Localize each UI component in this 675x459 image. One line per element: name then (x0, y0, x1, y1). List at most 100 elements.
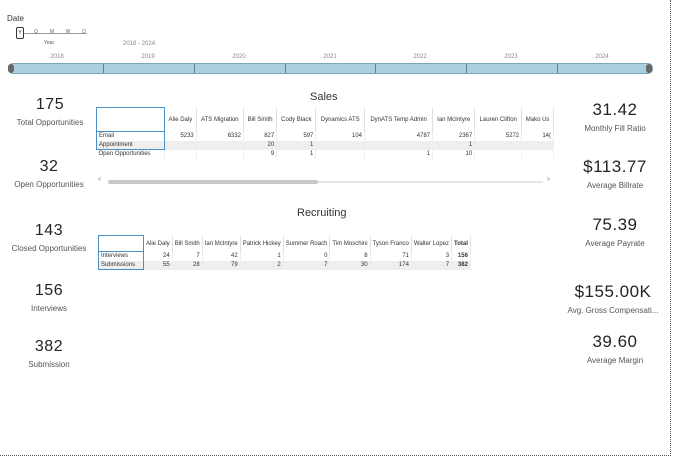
table-cell: 3 (411, 251, 453, 261)
recruiting-column-header-total[interactable]: Total (451, 235, 471, 252)
sales-column-header[interactable]: Mako Us (521, 107, 554, 132)
granularity-option-week[interactable]: W (63, 29, 73, 35)
table-cell: 1 (240, 251, 284, 261)
recruiting-title: Recruiting (297, 207, 347, 219)
table-cell: 0 (283, 251, 331, 261)
table-cell: 1 (276, 140, 317, 150)
year-label: 2021 (323, 54, 337, 60)
granularity-option-year[interactable]: Y (16, 27, 24, 39)
sales-column-header[interactable]: Bill Smith (243, 107, 278, 132)
sales-column-header[interactable]: Dynamics ATS (315, 107, 366, 132)
kpi-average-payrate: 75.39 Average Payrate (560, 215, 670, 248)
table-cell: 24 (143, 251, 173, 261)
kpi-avg-gross-compensation: $155.00K Avg. Gross Compensati... (555, 282, 671, 315)
table-cell: 8 (329, 251, 371, 261)
kpi-submission: 382 Submission (4, 338, 94, 369)
sales-column-header[interactable]: Alie Daly (164, 107, 197, 132)
timeline-divider (103, 64, 104, 73)
table-cell (196, 140, 244, 150)
table-cell (521, 140, 554, 150)
kpi-value: 31.42 (592, 100, 638, 119)
timeline-end-handle[interactable] (646, 64, 652, 73)
table-cell: 174 (370, 260, 412, 270)
kpi-value: 156 (34, 282, 64, 299)
timeline-start-handle[interactable] (8, 64, 14, 73)
granularity-option-month[interactable]: M (47, 29, 57, 35)
total-cell: 382 (451, 260, 471, 270)
timeline-range-bar[interactable] (8, 63, 653, 74)
table-cell: 1 (364, 149, 434, 159)
timeline-divider (466, 64, 467, 73)
kpi-label: Average Payrate (585, 239, 645, 248)
timeline-divider (285, 64, 286, 73)
table-cell: 9 (243, 149, 278, 159)
timeline-divider (375, 64, 376, 73)
sales-column-header[interactable]: DynATS Temp Admin (364, 107, 434, 132)
granularity-option-quarter[interactable]: Q (31, 29, 41, 35)
scroll-left-arrow[interactable]: < (98, 177, 102, 183)
timeline-divider (557, 64, 558, 73)
granularity-selector[interactable]: Y Q M W D (16, 27, 91, 39)
table-row: Open Opportunities 9 1 1 10 (96, 149, 554, 159)
kpi-value: 143 (34, 222, 64, 239)
recruiting-column-header[interactable]: Tyson Franco (370, 235, 412, 252)
row-header: Open Opportunities (96, 149, 165, 159)
year-label: 2022 (413, 54, 427, 60)
sales-column-header[interactable]: Cody Black (276, 107, 317, 132)
kpi-value: 39.60 (592, 332, 638, 351)
scrollbar-thumb[interactable] (108, 180, 318, 184)
table-cell (474, 149, 523, 159)
recruiting-column-header[interactable]: Alie Daly (143, 235, 173, 252)
kpi-average-margin: 39.60 Average Margin (560, 332, 670, 365)
sales-horizontal-scrollbar[interactable]: < > (96, 177, 551, 185)
granularity-option-day[interactable]: D (79, 29, 89, 35)
table-cell (315, 140, 366, 150)
kpi-label: Submission (28, 360, 70, 369)
recruiting-column-header[interactable]: Patrick Hickey (240, 235, 284, 252)
kpi-open-opportunities: 32 Open Opportunities (4, 158, 94, 189)
recruiting-column-header[interactable]: Bill Smith (172, 235, 203, 252)
timeline-divider (194, 64, 195, 73)
table-cell: 5272 (474, 131, 523, 141)
kpi-label: Interviews (30, 304, 67, 313)
recruiting-column-header[interactable]: Summer Roach (283, 235, 331, 252)
table-cell: 2 (240, 260, 284, 270)
table-cell: 1 (432, 140, 476, 150)
recruiting-column-header[interactable]: Walter Lopez (411, 235, 453, 252)
sales-corner-cell (96, 107, 165, 132)
kpi-interviews: 156 Interviews (4, 282, 94, 313)
table-cell: 79 (202, 260, 241, 270)
kpi-value: 75.39 (592, 215, 638, 234)
total-cell: 156 (451, 251, 471, 261)
scroll-right-arrow[interactable]: > (546, 177, 550, 183)
row-header: Interviews (98, 251, 144, 261)
kpi-label: Average Billrate (586, 181, 644, 190)
sales-column-header[interactable]: Ian McIntyre (432, 107, 476, 132)
date-range-label: 2018 - 2024 (123, 41, 156, 47)
kpi-monthly-fill-ratio: 31.42 Monthly Fill Ratio (560, 100, 670, 133)
recruiting-column-header[interactable]: Ian McIntyre (202, 235, 241, 252)
sales-column-header[interactable]: Lauren Clifton (474, 107, 523, 132)
table-cell: 5233 (164, 131, 197, 141)
kpi-value: 382 (34, 338, 64, 355)
table-row: Submissions 55 28 79 2 7 30 174 7 382 (98, 260, 471, 270)
recruiting-column-header[interactable]: Tim Moschini (329, 235, 371, 252)
kpi-value: 32 (39, 158, 59, 175)
table-cell (474, 140, 523, 150)
table-cell (196, 149, 244, 159)
kpi-label: Open Opportunities (14, 180, 84, 189)
table-cell: 20 (243, 140, 278, 150)
kpi-value: $155.00K (574, 282, 652, 301)
table-cell: 30 (329, 260, 371, 270)
row-header: Appointment (96, 140, 165, 150)
sales-column-header[interactable]: ATS Migration (196, 107, 244, 132)
row-header: Email (96, 131, 165, 141)
kpi-label: Average Margin (586, 356, 644, 365)
table-cell (315, 149, 366, 159)
kpi-closed-opportunities: 143 Closed Opportunities (4, 222, 94, 253)
kpi-average-billrate: $113.77 Average Billrate (560, 157, 670, 190)
table-row: Email 5233 6332 827 597 104 4787 2367 52… (96, 131, 554, 141)
kpi-label: Total Opportunities (16, 118, 84, 127)
year-label: 2019 (141, 54, 155, 60)
table-row: Interviews 24 7 42 1 0 8 71 3 156 (98, 251, 471, 261)
